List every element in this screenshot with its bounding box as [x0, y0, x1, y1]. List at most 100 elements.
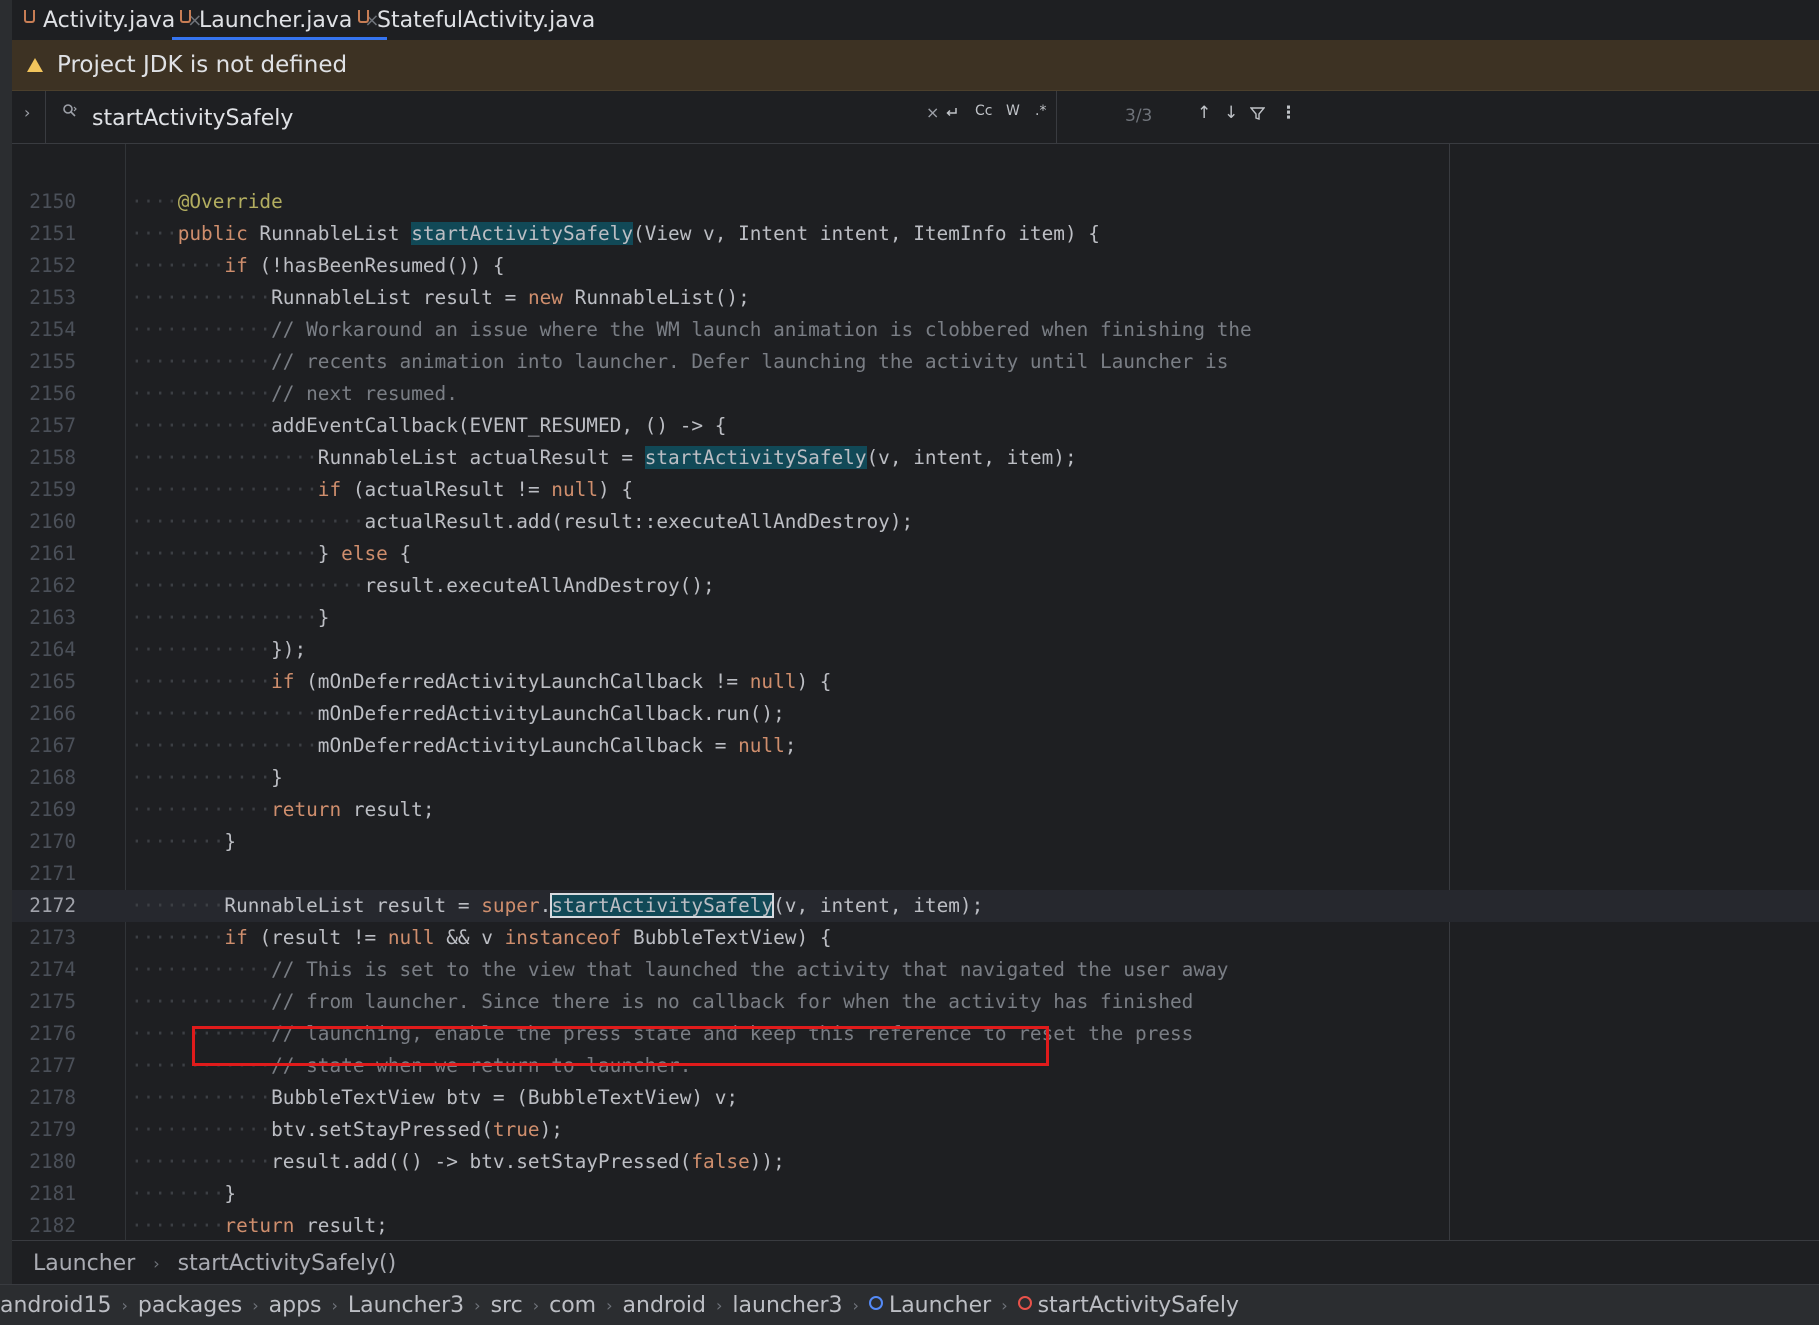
path-segment[interactable]: apps — [269, 1293, 322, 1318]
code-token: } — [224, 1182, 237, 1205]
code-text: ················mOnDeferredActivityLaunc… — [131, 730, 796, 762]
keyword: false — [691, 1150, 750, 1173]
code-text: ········} — [131, 1178, 236, 1210]
code-token: RunnableList — [247, 222, 412, 245]
clear-search-icon[interactable]: × — [926, 103, 939, 122]
code-line[interactable]: 2150 ····@Override — [12, 186, 1819, 218]
code-text: ············// This is set to the view t… — [131, 954, 1228, 986]
line-number: 2155 — [29, 350, 76, 373]
arrow-down-icon[interactable]: ↓ — [1224, 103, 1238, 123]
path-segment[interactable]: src — [491, 1293, 523, 1318]
path-segment[interactable]: android — [623, 1293, 707, 1318]
code-line[interactable]: 2157 ············addEventCallback(EVENT_R… — [12, 410, 1819, 442]
code-text: ············if (mOnDeferredActivityLaunc… — [131, 666, 831, 698]
path-segment[interactable]: android15 — [0, 1293, 111, 1318]
code-line[interactable]: 2163 ················} — [12, 602, 1819, 634]
more-options-icon[interactable]: ⋮ — [1280, 103, 1297, 123]
code-line[interactable]: 2156 ············// next resumed. — [12, 378, 1819, 410]
code-editor[interactable]: 2150 ····@Override 2151 ····public Runnable… — [12, 144, 1819, 1240]
code-token: (!hasBeenResumed()) { — [247, 254, 505, 277]
code-line[interactable]: 2166 ················mOnDeferredActivityL… — [12, 698, 1819, 730]
indent-guide: ········ — [131, 1214, 225, 1237]
code-line[interactable]: 2164 ············}); — [12, 634, 1819, 666]
breadcrumb-method[interactable]: startActivitySafely() — [178, 1251, 397, 1276]
code-line[interactable]: 2173 ········if (result != null && v inst… — [12, 922, 1819, 954]
annotation: @Override — [177, 190, 283, 213]
code-text: ········RunnableList result = super.star… — [131, 890, 983, 922]
code-line[interactable]: 2151 ····public RunnableList startActivit… — [12, 218, 1819, 250]
tab-statefulactivity-java[interactable]: StatefulActivity.java — [358, 0, 595, 40]
arrow-up-icon[interactable]: ↑ — [1197, 103, 1211, 123]
code-token: (View v, Intent intent, ItemInfo item) { — [633, 222, 1100, 245]
code-line[interactable]: 2168 ············} — [12, 762, 1819, 794]
indent-guide: ········ — [131, 830, 225, 853]
path-segment[interactable]: com — [549, 1293, 596, 1318]
filter-icon[interactable] — [1250, 106, 1265, 121]
path-segment-label: launcher3 — [732, 1292, 843, 1318]
code-line[interactable]: 2161 ················} else { — [12, 538, 1819, 570]
search-icon[interactable] — [62, 103, 78, 119]
code-token: } — [271, 766, 283, 789]
match-case-toggle[interactable]: Cc — [975, 103, 992, 119]
code-line[interactable]: 2171 — [12, 858, 1819, 890]
code-line[interactable]: 2158 ················RunnableList actualR… — [12, 442, 1819, 474]
code-line[interactable]: 2160 ····················actualResult.add… — [12, 506, 1819, 538]
line-number: 2151 — [29, 222, 76, 245]
code-line[interactable]: 2174 ············// This is set to the vi… — [12, 954, 1819, 986]
code-line[interactable]: 2181 ········} — [12, 1178, 1819, 1210]
code-line[interactable]: 2159 ················if (actualResult != … — [12, 474, 1819, 506]
chevron-right-icon[interactable]: › — [24, 103, 30, 122]
code-line[interactable]: 2167 ················mOnDeferredActivityL… — [12, 730, 1819, 762]
path-segment[interactable]: packages — [138, 1293, 242, 1318]
code-line[interactable]: 2170 ········} — [12, 826, 1819, 858]
code-text: ············result.add(() -> btv.setStay… — [131, 1146, 785, 1178]
search-input[interactable] — [90, 99, 694, 137]
code-line[interactable]: 2152 ········if (!hasBeenResumed()) { — [12, 250, 1819, 282]
code-line[interactable]: 2169 ············return result; — [12, 794, 1819, 826]
java-file-icon — [180, 9, 191, 23]
code-line[interactable]: 2162 ····················result.executeAl… — [12, 570, 1819, 602]
code-token: RunnableList result = — [224, 894, 482, 917]
path-segment[interactable]: launcher3 — [732, 1293, 842, 1318]
words-toggle[interactable]: W — [1006, 103, 1020, 119]
code-token: { — [387, 542, 412, 565]
line-number: 2171 — [29, 862, 76, 885]
path-segment-label: src — [490, 1292, 523, 1318]
code-token: (result != — [247, 926, 388, 949]
code-line[interactable]: 2155 ············// recents animation int… — [12, 346, 1819, 378]
indent-guide: ············ — [131, 990, 272, 1013]
code-line[interactable]: 2180 ············result.add(() -> btv.set… — [12, 1146, 1819, 1178]
code-token: RunnableList(); — [562, 286, 750, 309]
code-token: result; — [341, 798, 435, 821]
keyword: new — [527, 286, 563, 309]
code-line[interactable]: 2179 ············btv.setStayPressed(true)… — [12, 1114, 1819, 1146]
path-segment[interactable]: startActivitySafely — [1017, 1293, 1239, 1318]
line-number: 2167 — [29, 734, 76, 757]
tab-launcher-java[interactable]: Launcher.java × — [172, 0, 388, 40]
new-line-icon[interactable] — [944, 105, 960, 121]
path-segment[interactable]: Launcher3 — [348, 1293, 464, 1318]
breadcrumb-class[interactable]: Launcher — [33, 1251, 135, 1276]
code-line[interactable]: 2175 ············// from launcher. Since … — [12, 986, 1819, 1018]
indent-guide: ················ — [131, 702, 318, 725]
code-token: ; — [784, 734, 797, 757]
code-line[interactable]: 2182 ········return result; — [12, 1210, 1819, 1240]
regex-toggle[interactable]: .* — [1035, 103, 1046, 119]
code-line[interactable]: 2154 ············// Workaround an issue w… — [12, 314, 1819, 346]
line-number: 2182 — [29, 1214, 76, 1237]
code-token: ) { — [796, 670, 832, 693]
code-line[interactable]: 2178 ············BubbleTextView btv = (Bu… — [12, 1082, 1819, 1114]
code-line-current[interactable]: 2172 ········RunnableList result = super.… — [12, 890, 1819, 922]
indent-guide: ············ — [131, 958, 272, 981]
path-segment-label: android15 — [0, 1292, 112, 1318]
indent-guide: ········ — [131, 254, 225, 277]
code-text: ············// recents animation into la… — [131, 346, 1228, 378]
code-text: ············}); — [131, 634, 306, 666]
path-segment[interactable]: Launcher — [868, 1293, 991, 1318]
code-line[interactable]: 2165 ············if (mOnDeferredActivityL… — [12, 666, 1819, 698]
code-token: )); — [749, 1150, 785, 1173]
comment: // from launcher. Since there is no call… — [271, 990, 1194, 1013]
code-text: ············RunnableList result = new Ru… — [131, 282, 750, 314]
code-line[interactable]: 2153 ············RunnableList result = ne… — [12, 282, 1819, 314]
code-text: ················mOnDeferredActivityLaunc… — [131, 698, 785, 730]
